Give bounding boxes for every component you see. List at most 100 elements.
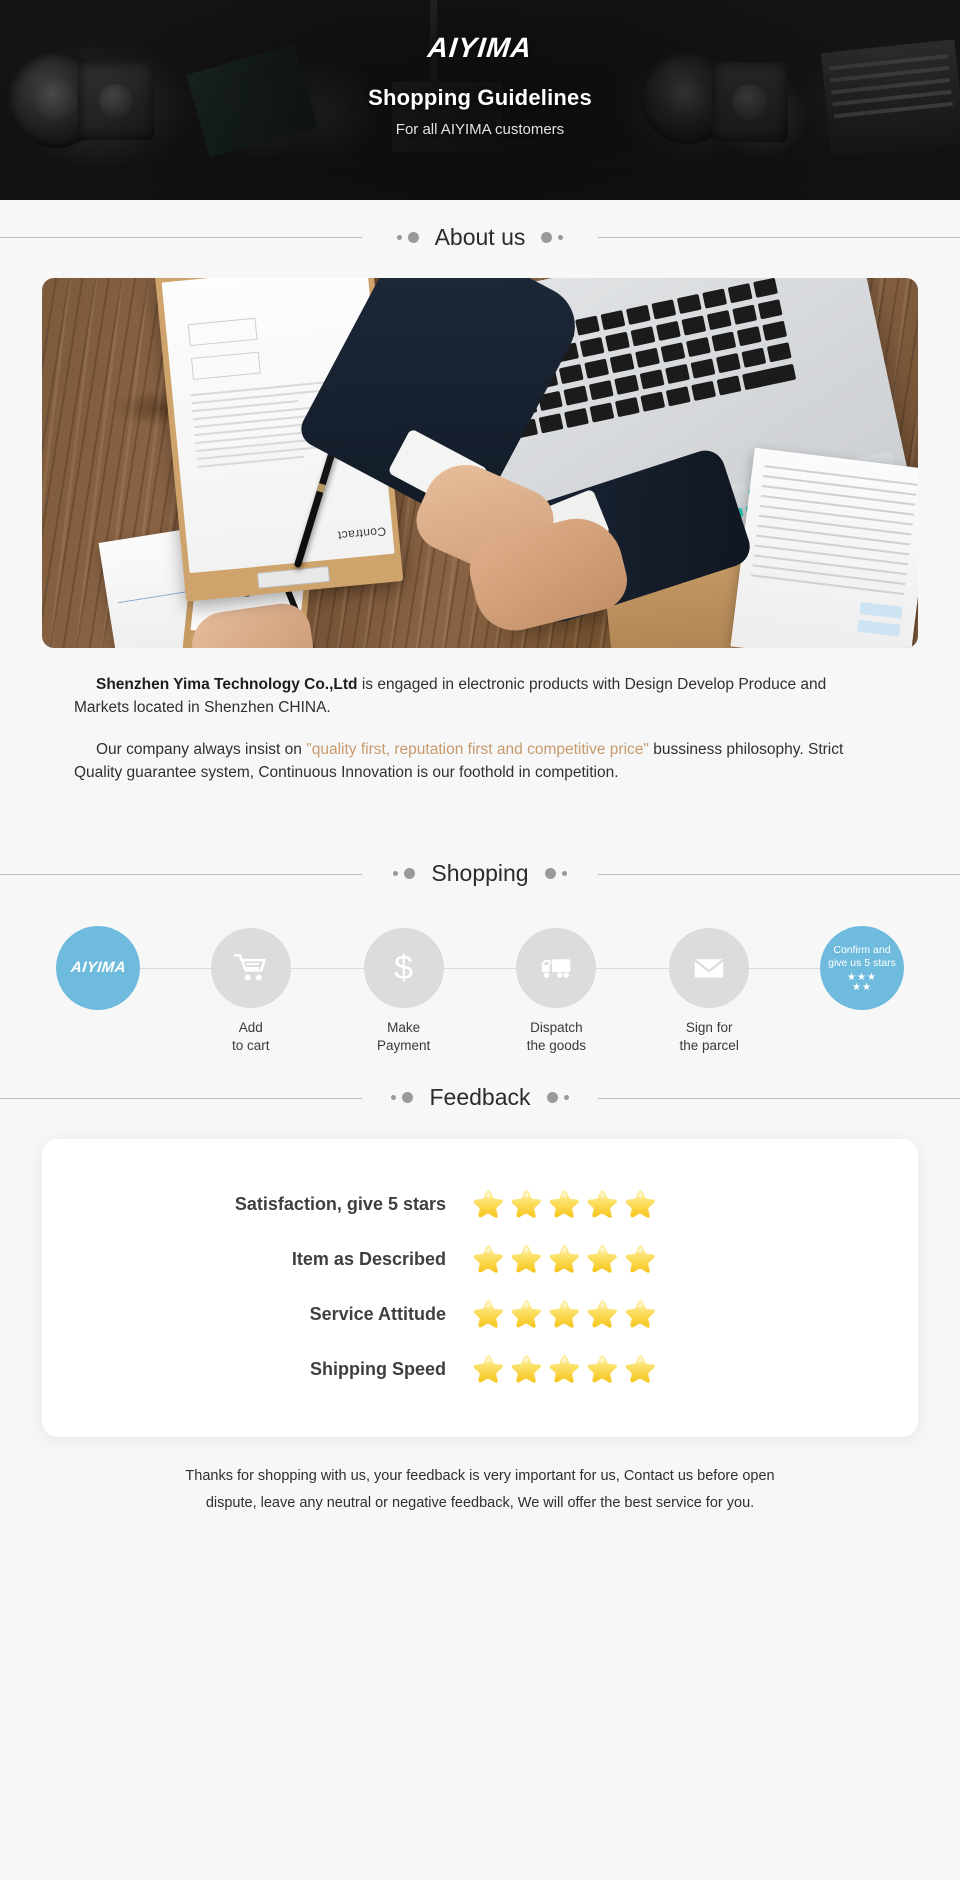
divider-line-left	[0, 1097, 362, 1099]
hero-banner: AIYIMA Shopping Guidelines For all AIYIM…	[0, 0, 960, 200]
about-paragraph-2-start: Our company always insist on	[96, 740, 307, 758]
hero-content: AIYIMA Shopping Guidelines For all AIYIM…	[0, 0, 960, 138]
step-brand: AIYIMA	[42, 917, 154, 1010]
gold-star-icon	[625, 1244, 655, 1273]
gold-star-icon	[587, 1299, 617, 1328]
shopping-guidelines-page: AIYIMA Shopping Guidelines For all AIYIM…	[0, 0, 960, 1880]
feedback-label: Item as Described	[291, 1248, 446, 1269]
feedback-label: Service Attitude	[309, 1303, 446, 1324]
confirm-rate-text: Confirm and give us 5 stars	[828, 944, 896, 970]
feedback-star-rating[interactable]	[472, 1353, 657, 1386]
divider-line-left	[0, 873, 362, 875]
mini-stars-bottom: ★★	[852, 982, 872, 994]
step-label-sign-parcel: Sign for the parcel	[679, 1019, 739, 1053]
gold-star-icon	[473, 1244, 503, 1273]
gold-star-icon	[473, 1189, 503, 1218]
about-paragraph-2: Our company always insist on "quality fi…	[74, 739, 884, 785]
feedback-row: Satisfaction, give 5 stars	[42, 1177, 918, 1232]
page-subtitle: For all AIYIMA customers	[395, 121, 565, 138]
divider-line-left	[0, 237, 362, 238]
gold-star-icon	[625, 1354, 655, 1383]
about-photo: INVO Contract	[42, 278, 918, 648]
make-payment-circle[interactable]: $	[363, 927, 444, 1008]
decorative-dots-right	[546, 1092, 569, 1104]
gold-star-icon	[549, 1299, 579, 1328]
aiyima-logo-icon: AIYIMA	[69, 959, 127, 977]
gold-star-icon	[587, 1244, 617, 1273]
section-header-feedback: Feedback	[0, 1075, 960, 1121]
small-dot-icon	[558, 234, 564, 240]
section-title-feedback: Feedback	[429, 1084, 531, 1111]
clipboard-clamp	[256, 565, 331, 589]
decorative-dots-left	[396, 231, 419, 243]
gold-star-icon	[549, 1189, 579, 1218]
about-text-block: Shenzhen Yima Technology Co.,Ltd is enga…	[42, 648, 918, 785]
gold-star-icon	[473, 1299, 503, 1328]
gold-star-icon	[625, 1189, 655, 1218]
decorative-dots-left	[391, 1092, 414, 1104]
company-name: Shenzhen Yima Technology Co.,Ltd	[96, 676, 358, 693]
small-dot-icon	[391, 1095, 397, 1101]
gold-star-icon	[473, 1354, 503, 1383]
step-add-to-cart[interactable]: Add to cart	[195, 917, 307, 1055]
confirm-rate-circle[interactable]: Confirm and give us 5 stars ★★★ ★★	[819, 925, 904, 1010]
philosophy-quote: "quality first, reputation first and com…	[306, 740, 649, 758]
footer-line-1: Thanks for shopping with us, your feedba…	[185, 1467, 775, 1484]
gold-star-icon	[625, 1299, 655, 1328]
section-header-shopping: Shopping	[0, 851, 960, 897]
dollar-icon: $	[394, 948, 414, 987]
shopping-cart-icon	[233, 953, 266, 981]
decorative-dots-right	[541, 231, 564, 243]
dispatch-goods-circle[interactable]	[516, 927, 597, 1008]
add-to-cart-circle[interactable]	[210, 927, 291, 1008]
step-label-dispatch-goods: Dispatch the goods	[526, 1019, 587, 1053]
delivery-truck-icon	[541, 959, 571, 978]
large-dot-icon	[546, 1092, 558, 1104]
feedback-row: Shipping Speed	[42, 1342, 918, 1397]
feedback-label: Satisfaction, give 5 stars	[234, 1193, 446, 1214]
feedback-star-rating[interactable]	[472, 1188, 657, 1221]
gold-star-icon	[511, 1244, 541, 1273]
section-header-about: About us	[0, 214, 960, 260]
decorative-dots-left	[393, 868, 416, 880]
large-dot-icon	[541, 231, 553, 243]
small-dot-icon	[563, 1095, 569, 1101]
small-dot-icon	[561, 871, 567, 877]
divider-line-right	[598, 873, 960, 875]
large-dot-icon	[544, 868, 556, 880]
gold-star-icon	[549, 1354, 579, 1383]
gold-star-icon	[511, 1354, 541, 1383]
gold-star-icon	[511, 1299, 541, 1328]
gold-star-icon	[511, 1189, 541, 1218]
section-title-about: About us	[434, 223, 526, 250]
small-dot-icon	[393, 871, 399, 877]
gold-star-icon	[587, 1354, 617, 1383]
feedback-star-rating[interactable]	[472, 1243, 657, 1276]
footer-note: Thanks for shopping with us, your feedba…	[60, 1463, 900, 1517]
shopping-steps: AIYIMA Add to cart $ Make Payment Dispat…	[0, 917, 960, 1057]
feedback-row: Service Attitude	[42, 1287, 918, 1342]
step-make-payment[interactable]: $ Make Payment	[348, 917, 460, 1055]
feedback-label: Shipping Speed	[309, 1358, 446, 1379]
gold-star-icon	[549, 1244, 579, 1273]
envelope-icon	[694, 958, 725, 978]
step-confirm-rate[interactable]: Confirm and give us 5 stars ★★★ ★★	[806, 917, 918, 1010]
large-dot-icon	[402, 1092, 414, 1104]
step-sign-parcel[interactable]: Sign for the parcel	[653, 917, 765, 1055]
spreadsheet-document	[730, 447, 918, 648]
sign-parcel-circle[interactable]	[669, 927, 750, 1008]
decorative-dots-right	[544, 868, 567, 880]
footer-line-2: dispute, leave any neutral or negative f…	[205, 1494, 755, 1511]
step-label-make-payment: Make Payment	[376, 1019, 431, 1053]
brand-circle: AIYIMA	[56, 925, 140, 1010]
about-paragraph-1: Shenzhen Yima Technology Co.,Ltd is enga…	[74, 674, 884, 720]
feedback-star-rating[interactable]	[472, 1298, 657, 1331]
page-title: Shopping Guidelines	[368, 85, 592, 110]
about-section: INVO Contract	[0, 278, 960, 785]
large-dot-icon	[404, 868, 416, 880]
small-dot-icon	[396, 234, 402, 240]
divider-line-right	[598, 1097, 960, 1099]
step-dispatch-goods[interactable]: Dispatch the goods	[500, 917, 612, 1055]
section-title-shopping: Shopping	[431, 860, 529, 887]
feedback-row: Item as Described	[42, 1232, 918, 1287]
